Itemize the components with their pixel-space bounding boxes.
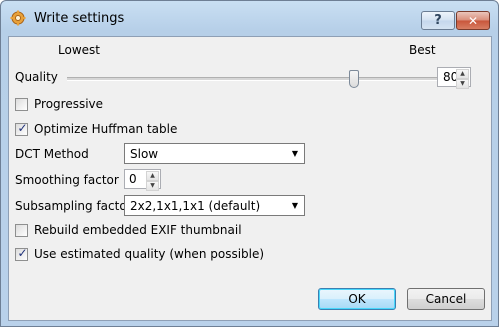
close-button[interactable]: ✕ <box>456 11 490 30</box>
spin-up-icon[interactable]: ▲ <box>146 171 159 181</box>
ok-button-label: OK <box>348 292 366 306</box>
smoothing-factor-spinbox[interactable]: 0 ▲ ▼ <box>124 169 161 191</box>
check-icon: ✓ <box>17 246 28 260</box>
smoothing-factor-value: 0 <box>129 172 137 186</box>
spin-up-icon[interactable]: ▲ <box>456 69 469 79</box>
dialog-content: Lowest Best Quality 80 ▲ ▼ Progressive ✓… <box>8 36 492 321</box>
estimated-quality-checkbox[interactable]: ✓ <box>15 246 28 261</box>
quality-slider-track[interactable] <box>67 77 439 81</box>
progressive-checkbox[interactable] <box>15 98 28 111</box>
quality-spin-arrows[interactable]: ▲ ▼ <box>456 69 469 89</box>
cancel-button-label: Cancel <box>425 292 467 306</box>
progressive-label: Progressive <box>34 97 104 111</box>
quality-slider-thumb[interactable] <box>349 70 359 88</box>
dct-method-label: DCT Method <box>15 147 89 161</box>
quality-max-label: Best <box>409 43 436 57</box>
subsampling-factor-value: 2x2,1x1,1x1 (default) <box>130 199 261 213</box>
help-button[interactable]: ? <box>421 11 455 30</box>
spin-down-icon[interactable]: ▼ <box>146 181 159 191</box>
quality-label: Quality <box>15 70 58 84</box>
window-title: Write settings <box>34 11 125 26</box>
check-icon: ✓ <box>17 121 28 135</box>
help-icon: ? <box>434 13 442 28</box>
spin-down-icon[interactable]: ▼ <box>456 79 469 89</box>
rebuild-exif-checkbox[interactable] <box>15 224 28 237</box>
ok-button[interactable]: OK <box>318 288 396 310</box>
subsampling-factor-label: Subsampling factor <box>15 199 132 213</box>
subsampling-factor-select[interactable]: 2x2,1x1,1x1 (default) ▼ <box>124 195 305 216</box>
smoothing-spin-arrows[interactable]: ▲ ▼ <box>146 171 159 191</box>
quality-min-label: Lowest <box>58 43 100 57</box>
chevron-down-icon: ▼ <box>291 201 298 210</box>
optimize-huffman-checkbox[interactable]: ✓ <box>15 121 28 136</box>
cancel-button[interactable]: Cancel <box>407 288 485 310</box>
quality-spinbox[interactable]: 80 ▲ ▼ <box>437 67 471 89</box>
write-settings-dialog: Write settings ? ✕ Lowest Best Quality 8… <box>0 0 499 327</box>
optimize-huffman-label: Optimize Huffman table <box>34 122 178 136</box>
title-bar[interactable]: Write settings ? ✕ <box>1 1 498 35</box>
gear-app-icon <box>10 10 26 26</box>
rebuild-exif-label: Rebuild embedded EXIF thumbnail <box>34 223 242 237</box>
dct-method-select[interactable]: Slow ▼ <box>124 143 305 164</box>
smoothing-factor-label: Smoothing factor <box>15 173 119 187</box>
close-icon: ✕ <box>467 13 479 28</box>
dct-method-value: Slow <box>130 147 159 161</box>
estimated-quality-label: Use estimated quality (when possible) <box>34 247 265 261</box>
chevron-down-icon: ▼ <box>291 149 298 158</box>
